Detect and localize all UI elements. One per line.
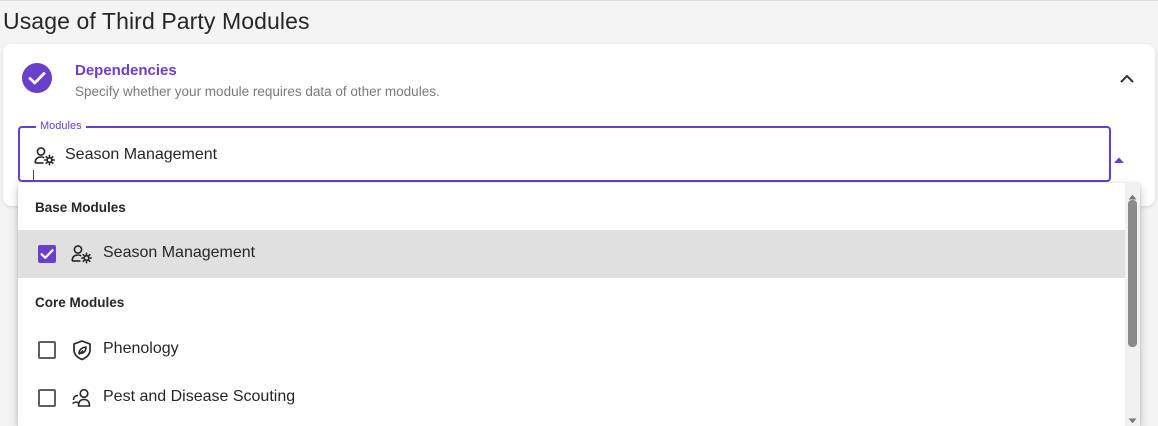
group-header-core-modules: Core Modules	[35, 295, 125, 310]
modules-field-value: Season Management	[65, 146, 218, 163]
option-label: Phenology	[103, 340, 179, 357]
user-gear-icon	[34, 146, 56, 166]
collapse-chevron-icon[interactable]	[1117, 68, 1137, 88]
option-label: Pest and Disease Scouting	[103, 388, 296, 405]
modules-dropdown-list: Base Modules Season Management Core Modu…	[18, 183, 1140, 426]
top-divider	[0, 0, 1158, 1]
checkbox-unchecked[interactable]	[38, 341, 56, 359]
modules-field-label: Modules	[36, 119, 86, 133]
scroll-down-arrow-icon[interactable]	[1128, 411, 1137, 424]
section-subtitle: Specify whether your module requires dat…	[75, 84, 440, 99]
text-caret	[33, 170, 34, 180]
page-title: Usage of Third Party Modules	[3, 8, 310, 34]
scroll-up-arrow-icon[interactable]	[1128, 187, 1137, 200]
dropdown-arrow-icon[interactable]	[1113, 151, 1125, 163]
checkbox-checked[interactable]	[38, 245, 56, 263]
scrollbar-thumb[interactable]	[1128, 200, 1137, 347]
group-header-base-modules: Base Modules	[35, 200, 126, 215]
bug-scout-icon	[71, 387, 93, 409]
option-label: Season Management	[103, 244, 256, 261]
option-phenology[interactable]: Phenology	[18, 326, 1125, 374]
checkbox-unchecked[interactable]	[38, 389, 56, 407]
check-circle-icon	[22, 63, 52, 93]
leaf-shield-icon	[71, 339, 93, 361]
section-title: Dependencies	[75, 62, 177, 79]
option-pest-and-disease-scouting[interactable]: Pest and Disease Scouting	[18, 374, 1125, 422]
dropdown-scrollbar[interactable]	[1125, 183, 1140, 426]
user-gear-icon	[71, 243, 93, 265]
option-season-management[interactable]: Season Management	[18, 230, 1125, 278]
